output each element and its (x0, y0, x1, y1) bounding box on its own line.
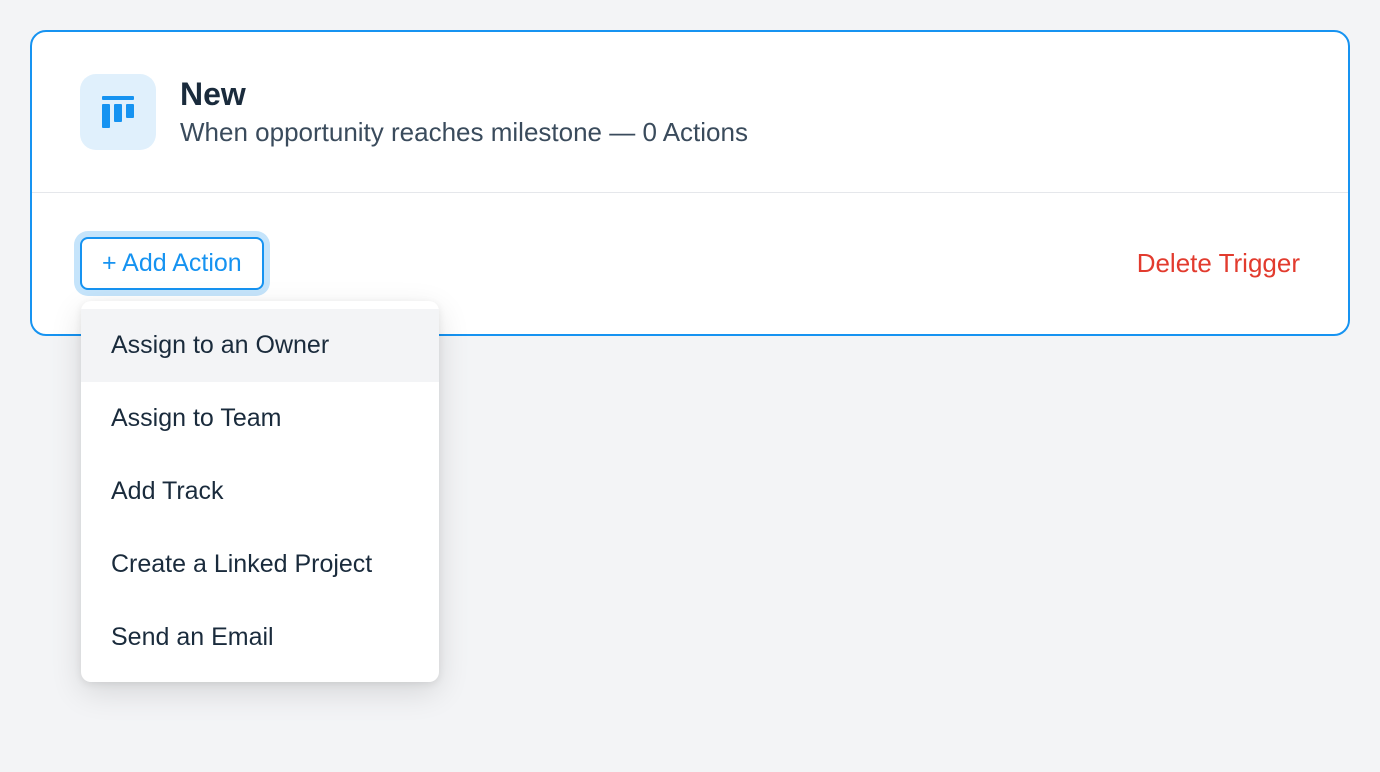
trigger-subtitle: When opportunity reaches milestone — 0 A… (180, 117, 748, 148)
dropdown-item-send-email[interactable]: Send an Email (81, 601, 439, 674)
action-dropdown: Assign to an Owner Assign to Team Add Tr… (81, 301, 439, 682)
trigger-card-header: New When opportunity reaches milestone —… (32, 32, 1348, 193)
dropdown-item-add-track[interactable]: Add Track (81, 455, 439, 528)
dropdown-item-create-linked-project[interactable]: Create a Linked Project (81, 528, 439, 601)
dropdown-item-assign-owner[interactable]: Assign to an Owner (81, 309, 439, 382)
kanban-icon (80, 74, 156, 150)
dropdown-item-assign-team[interactable]: Assign to Team (81, 382, 439, 455)
trigger-card-body: + Add Action Delete Trigger Assign to an… (32, 193, 1348, 334)
trigger-title: New (180, 76, 748, 113)
add-action-button[interactable]: + Add Action (80, 237, 264, 290)
delete-trigger-button[interactable]: Delete Trigger (1137, 248, 1300, 279)
trigger-title-block: New When opportunity reaches milestone —… (180, 76, 748, 148)
trigger-card: New When opportunity reaches milestone —… (30, 30, 1350, 336)
